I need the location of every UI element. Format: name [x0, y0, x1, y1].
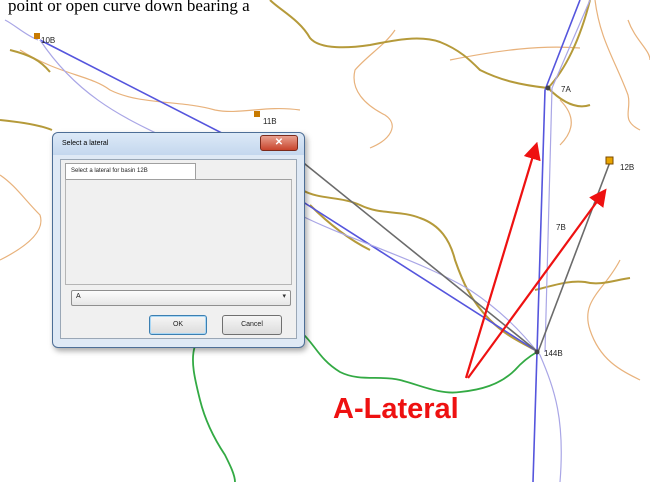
node-marker-144b	[534, 349, 540, 355]
node-label-12b: 12B	[620, 163, 634, 172]
node-label-7a: 7A	[561, 85, 571, 94]
node-label-7b: 7B	[556, 223, 566, 232]
tab-select-lateral[interactable]: Select a lateral for basin 12B	[65, 163, 196, 180]
node-marker-7a	[545, 85, 551, 91]
node-label-144b: 144B	[544, 349, 563, 358]
gray-lines	[299, 159, 611, 353]
select-lateral-dialog: Select a lateral ✕ Select a lateral for …	[52, 132, 305, 348]
lateral-select[interactable]: A ▾	[71, 290, 291, 306]
node-marker-11b	[254, 111, 260, 117]
a-lateral-annotation: A-Lateral	[333, 393, 459, 425]
tab-content-panel	[65, 179, 292, 285]
dialog-title: Select a lateral	[62, 140, 109, 147]
cancel-button[interactable]: Cancel	[222, 315, 282, 335]
lateral-select-value: A	[76, 293, 81, 300]
annotation-arrows	[464, 141, 607, 379]
ok-button[interactable]: OK	[149, 315, 207, 335]
node-label-11b: 11B	[263, 117, 277, 126]
tab-label: Select a lateral for basin 12B	[71, 168, 148, 174]
node-marker-10b	[34, 33, 40, 39]
dialog-client-area: Select a lateral for basin 12B A ▾ OK Ca…	[60, 159, 297, 339]
node-label-10b: 10B	[41, 36, 55, 45]
chevron-down-icon: ▾	[282, 293, 286, 300]
close-button[interactable]: ✕	[260, 135, 298, 151]
node-marker-12b	[605, 156, 614, 165]
dialog-titlebar[interactable]: Select a lateral ✕	[53, 133, 304, 155]
